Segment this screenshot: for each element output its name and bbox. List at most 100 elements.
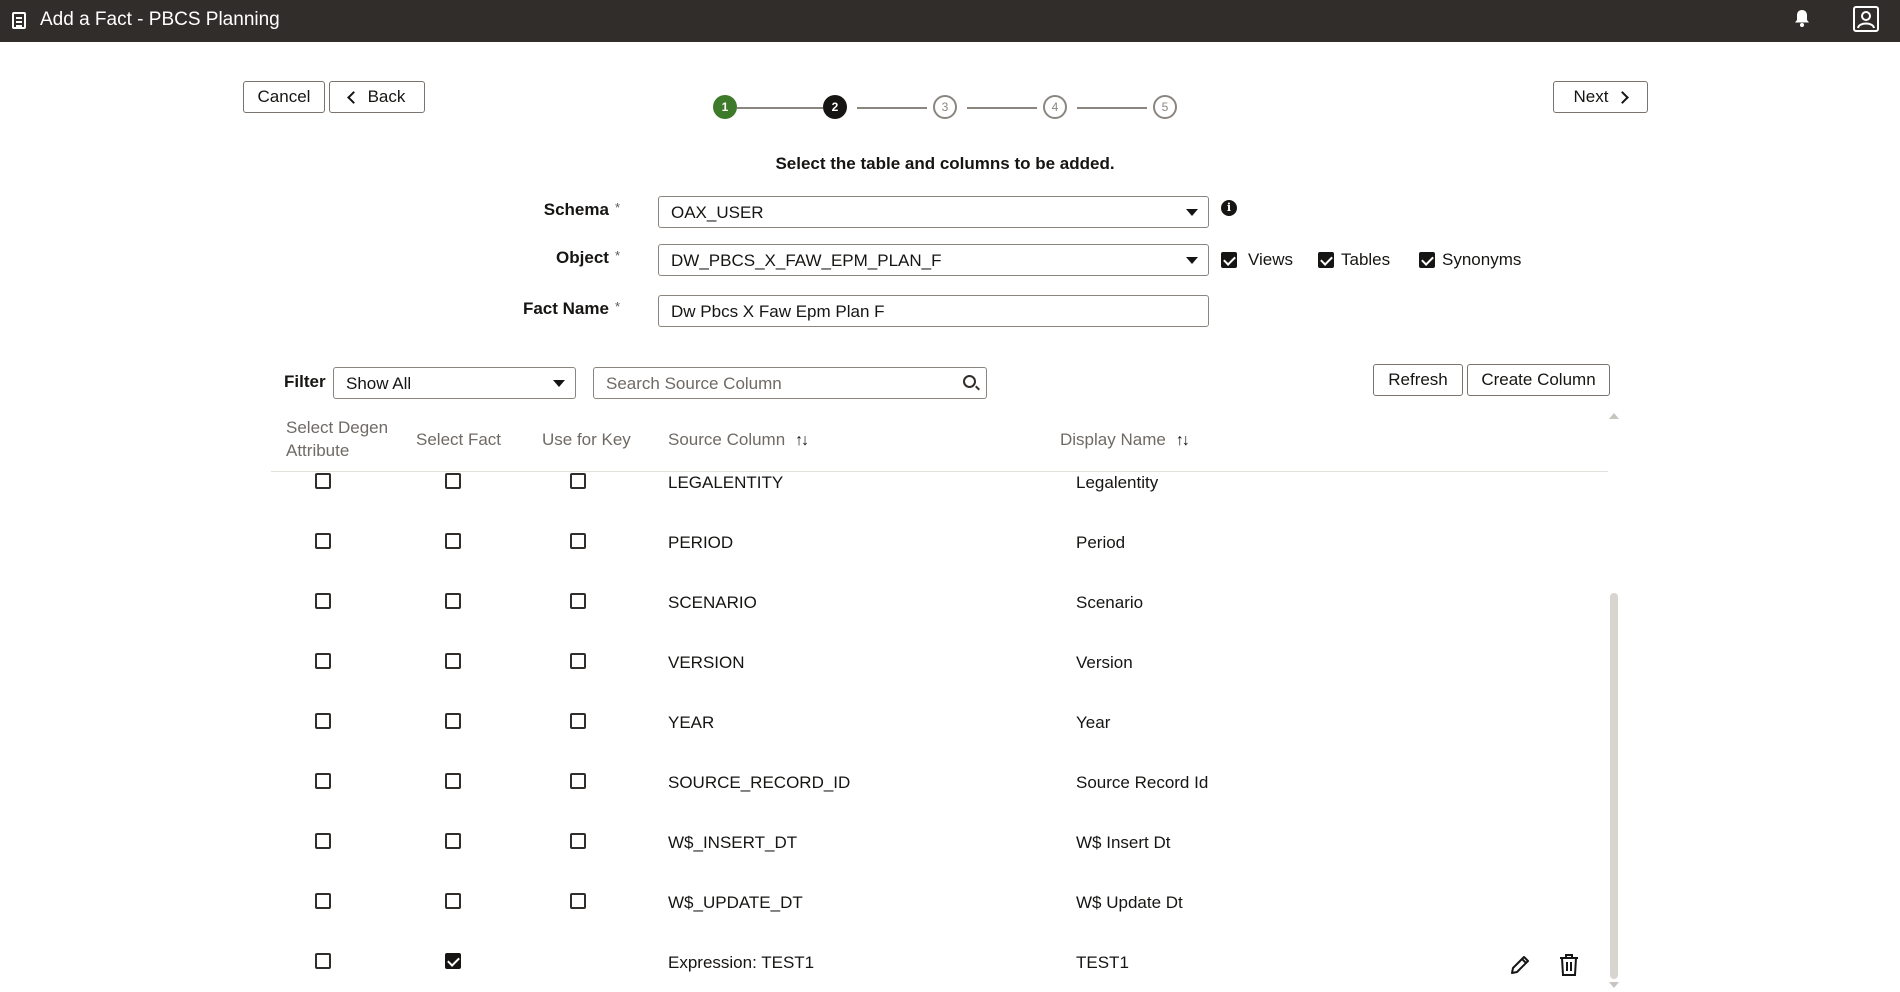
display-name-cell: Legalentity (1076, 473, 1159, 492)
source-column-cell: PERIOD (668, 533, 734, 552)
next-button[interactable]: Next (1553, 81, 1648, 113)
source-column-cell: LEGALENTITY (668, 473, 784, 492)
select-fact-checkbox[interactable] (445, 473, 461, 489)
sort-icon[interactable]: ↑↓ (795, 429, 809, 452)
select-degen-checkbox[interactable] (315, 653, 331, 669)
source-column-cell: Expression: TEST1 (668, 953, 815, 972)
select-degen-checkbox[interactable] (315, 713, 331, 729)
display-name-cell: Version (1076, 653, 1133, 672)
train-step-1[interactable]: 1 (713, 95, 737, 119)
object-select[interactable]: DW_PBCS_X_FAW_EPM_PLAN_F (658, 244, 1209, 276)
chevron-down-icon (1186, 257, 1198, 264)
instruction-text: Select the table and columns to be added… (775, 154, 1115, 173)
train-step-2[interactable]: 2 (823, 95, 847, 119)
trash-icon[interactable] (1558, 953, 1580, 977)
column-header-source-column[interactable]: Source Column ↑↓ (668, 428, 809, 452)
filter-select-value: Show All (346, 374, 412, 393)
display-name-cell: Year (1076, 713, 1111, 732)
use-for-key-checkbox[interactable] (570, 653, 586, 669)
views-checkbox[interactable] (1221, 252, 1237, 268)
fact-name-label: Fact Name * (522, 299, 620, 318)
source-column-cell: W$_UPDATE_DT (668, 893, 803, 912)
create-column-button[interactable]: Create Column (1467, 364, 1610, 396)
source-column-cell: YEAR (668, 713, 715, 732)
use-for-key-checkbox[interactable] (570, 473, 586, 489)
use-for-key-checkbox[interactable] (570, 533, 586, 549)
display-name-cell: Scenario (1076, 593, 1144, 612)
user-profile-icon[interactable] (1853, 6, 1879, 32)
header-divider (271, 471, 1608, 472)
use-for-key-checkbox[interactable] (570, 893, 586, 909)
object-select-value: DW_PBCS_X_FAW_EPM_PLAN_F (671, 251, 942, 270)
select-fact-checkbox[interactable] (445, 953, 461, 969)
tables-checkbox[interactable] (1318, 252, 1334, 268)
calculator-icon (12, 12, 26, 29)
source-column-cell: VERSION (668, 653, 745, 672)
display-name-cell: Source Record Id (1076, 773, 1209, 792)
next-button-label: Next (1573, 87, 1609, 106)
select-fact-checkbox[interactable] (445, 713, 461, 729)
info-icon[interactable]: i (1221, 200, 1237, 216)
chevron-right-icon (1616, 90, 1630, 104)
select-degen-checkbox[interactable] (315, 473, 331, 489)
select-fact-checkbox[interactable] (445, 773, 461, 789)
filter-label: Filter (284, 372, 326, 391)
schema-select-value: OAX_USER (671, 203, 764, 222)
chevron-down-icon (1186, 209, 1198, 216)
select-degen-checkbox[interactable] (315, 533, 331, 549)
object-label: Object * (556, 248, 620, 267)
column-header-use-for-key: Use for Key (542, 430, 631, 449)
filter-select[interactable]: Show All (333, 367, 576, 399)
source-column-cell: W$_INSERT_DT (668, 833, 798, 852)
use-for-key-checkbox[interactable] (570, 713, 586, 729)
chevron-left-icon (346, 90, 360, 104)
select-fact-checkbox[interactable] (445, 653, 461, 669)
display-name-cell: W$ Insert Dt (1076, 833, 1171, 852)
refresh-button-label: Refresh (1388, 370, 1448, 389)
table-scrollbar[interactable] (1610, 593, 1618, 979)
train-step-4: 4 (1043, 95, 1067, 119)
step-train: 1 2 3 4 5 (713, 95, 1178, 121)
sort-icon[interactable]: ↑↓ (1176, 429, 1190, 452)
back-button-label: Back (367, 87, 406, 106)
pencil-icon[interactable] (1508, 953, 1532, 977)
use-for-key-checkbox[interactable] (570, 593, 586, 609)
use-for-key-checkbox[interactable] (570, 833, 586, 849)
tables-label: Tables (1341, 250, 1391, 269)
fact-name-input[interactable]: Dw Pbcs X Faw Epm Plan F (658, 295, 1209, 327)
select-fact-checkbox[interactable] (445, 593, 461, 609)
back-button[interactable]: Back (329, 81, 425, 113)
source-column-cell: SCENARIO (668, 593, 757, 612)
display-name-cell: W$ Update Dt (1076, 893, 1183, 912)
select-fact-checkbox[interactable] (445, 893, 461, 909)
scroll-up-arrow-icon[interactable] (1609, 413, 1619, 419)
synonyms-label: Synonyms (1442, 250, 1522, 269)
schema-label: Schema * (543, 200, 620, 219)
column-header-select-degen: Select Degen Attribute (286, 418, 389, 460)
column-header-select-fact: Select Fact (416, 430, 502, 449)
use-for-key-checkbox[interactable] (570, 773, 586, 789)
display-name-cell: TEST1 (1076, 953, 1129, 972)
refresh-button[interactable]: Refresh (1373, 364, 1463, 396)
search-source-column-input[interactable]: Search Source Column (593, 367, 987, 399)
source-column-cell: SOURCE_RECORD_ID (668, 773, 851, 792)
select-degen-checkbox[interactable] (315, 893, 331, 909)
bell-icon[interactable] (1794, 9, 1810, 27)
title-bar: Add a Fact - PBCS Planning (0, 0, 1900, 42)
display-name-cell: Period (1076, 533, 1126, 552)
synonyms-checkbox[interactable] (1419, 252, 1435, 268)
select-degen-checkbox[interactable] (315, 593, 331, 609)
select-degen-checkbox[interactable] (315, 773, 331, 789)
scroll-down-arrow-icon[interactable] (1609, 982, 1619, 988)
search-icon[interactable] (963, 375, 976, 388)
select-fact-checkbox[interactable] (445, 533, 461, 549)
views-label: Views (1248, 250, 1294, 269)
fact-name-value: Dw Pbcs X Faw Epm Plan F (671, 302, 885, 321)
select-degen-checkbox[interactable] (315, 833, 331, 849)
search-placeholder: Search Source Column (606, 374, 782, 393)
schema-select[interactable]: OAX_USER (658, 196, 1209, 228)
select-fact-checkbox[interactable] (445, 833, 461, 849)
select-degen-checkbox[interactable] (315, 953, 331, 969)
column-header-display-name[interactable]: Display Name ↑↓ (1060, 428, 1190, 452)
cancel-button[interactable]: Cancel (243, 81, 325, 113)
